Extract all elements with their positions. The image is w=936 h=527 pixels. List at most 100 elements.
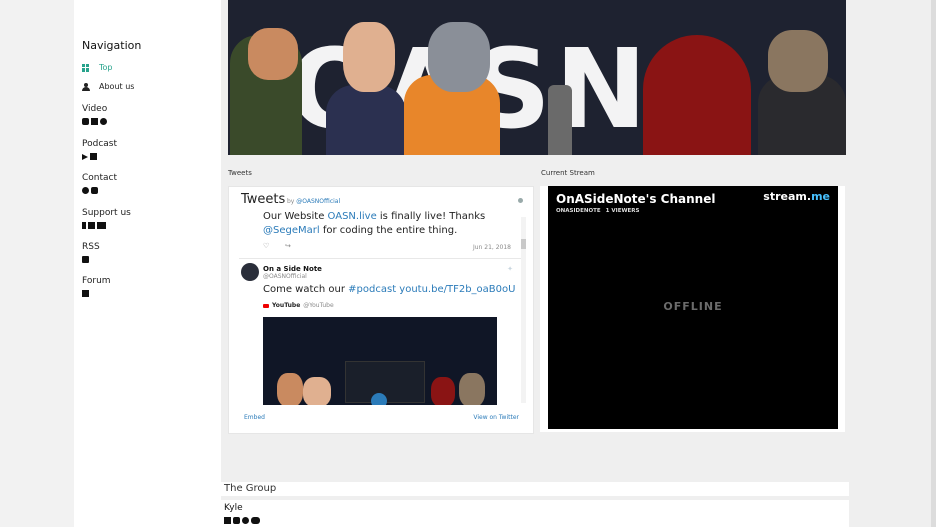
thumbnail-character-2 xyxy=(303,377,331,405)
tweet-2-text: Come watch our #podcast youtu.be/TF2b_oa… xyxy=(263,284,515,295)
google-play-icon[interactable] xyxy=(82,153,88,160)
rss-icon[interactable] xyxy=(82,256,89,263)
member-social-icons xyxy=(224,517,260,524)
play-icon[interactable] xyxy=(371,393,387,405)
twitter-icon[interactable] xyxy=(242,517,249,524)
banner-image: OASN xyxy=(228,0,846,155)
stream-status: OFFLINE xyxy=(663,300,723,313)
tweet-1-mention[interactable]: @SegeMarl xyxy=(263,225,320,236)
sidebar: Navigation Top About us Video Podcast Co… xyxy=(74,0,221,527)
tweet-2-link[interactable]: #podcast youtu.be/TF2b_oaB0oU xyxy=(348,284,515,295)
character-2 xyxy=(326,85,406,155)
shop-icon[interactable] xyxy=(97,222,106,229)
avatar[interactable] xyxy=(241,263,259,281)
soundcloud-icon[interactable] xyxy=(251,517,260,524)
kofi-icon[interactable] xyxy=(88,222,95,229)
nav-link-about-label: About us xyxy=(99,82,135,91)
microphone xyxy=(548,85,572,155)
section-support: Support us xyxy=(82,208,131,218)
podcast-icons xyxy=(82,153,97,160)
embed-source: YouTube @YouTube xyxy=(263,302,334,309)
main-content: OASN Tweets Current Stream Tweets by @OA… xyxy=(221,0,936,527)
share-icon[interactable]: ↪ xyxy=(285,242,291,250)
tweet-1-text: Our Website OASN.live is finally live! T… xyxy=(263,211,485,222)
tweet-1-link[interactable]: OASN.live xyxy=(328,211,377,222)
group-title: The Group xyxy=(224,483,277,494)
thumbnail-character-1 xyxy=(277,373,303,405)
character-5-head xyxy=(768,30,828,92)
scrollbar-thumb[interactable] xyxy=(521,239,526,249)
patreon-icon[interactable] xyxy=(82,222,86,229)
embed-source-name: YouTube xyxy=(272,302,301,309)
tweet-1-line2-suffix: for coding the entire thing. xyxy=(319,225,458,236)
tweets-by-prefix: by xyxy=(287,198,295,205)
character-4 xyxy=(643,35,751,155)
book-icon[interactable] xyxy=(82,290,89,297)
brand-main: stream. xyxy=(763,190,812,203)
page: Navigation Top About us Video Podcast Co… xyxy=(0,0,936,527)
tweet-1-date[interactable]: Jun 21, 2018 xyxy=(473,244,511,251)
tweet-1-prefix: Our Website xyxy=(263,211,328,222)
youtube-icon[interactable] xyxy=(82,118,89,125)
stream-section-label: Current Stream xyxy=(541,169,595,177)
nav-title: Navigation xyxy=(82,39,142,52)
forum-icons xyxy=(82,290,89,297)
tweet-1-text-line2: @SegeMarl for coding the entire thing. xyxy=(263,225,457,236)
embed-source-handle: @YouTube xyxy=(303,302,334,309)
info-icon[interactable] xyxy=(518,198,523,203)
tweet-timeline[interactable]: Our Website OASN.live is finally live! T… xyxy=(239,209,521,405)
discord-icon[interactable] xyxy=(91,187,98,194)
person-icon xyxy=(82,82,90,91)
video-icons xyxy=(82,118,107,125)
grid-icon xyxy=(82,63,90,72)
tweet-2-name[interactable]: On a Side Note xyxy=(263,265,322,273)
twitch-icon[interactable] xyxy=(91,118,98,125)
twitter-bird-icon: ✦ xyxy=(507,265,513,273)
member-card: Kyle xyxy=(221,500,849,527)
twitch-icon[interactable] xyxy=(224,517,231,524)
youtube-icon[interactable] xyxy=(233,517,240,524)
thumbnail-character-3 xyxy=(431,377,455,405)
section-video: Video xyxy=(82,104,108,114)
nav-link-about[interactable]: About us xyxy=(82,82,134,91)
left-gutter xyxy=(0,0,74,527)
instagram-icon[interactable] xyxy=(100,118,107,125)
section-rss: RSS xyxy=(82,242,100,252)
brand-accent: me xyxy=(811,190,830,203)
page-scrollbar[interactable] xyxy=(931,0,936,527)
twitter-icon[interactable] xyxy=(82,187,89,194)
tweets-by-handle[interactable]: @OASNOfficial xyxy=(296,198,340,205)
character-2-head xyxy=(343,22,395,92)
stream-meta: ONASIDENOTE 1 VIEWERS xyxy=(556,208,639,214)
support-icons xyxy=(82,222,106,229)
view-on-twitter-link[interactable]: View on Twitter xyxy=(473,414,519,421)
heart-icon[interactable]: ♡ xyxy=(263,242,269,250)
section-forum: Forum xyxy=(82,276,111,286)
stream-channel-title[interactable]: OnASideNote's Channel xyxy=(556,192,715,206)
stream-viewers: 1 VIEWERS xyxy=(605,208,640,214)
stream-widget: OnASideNote's Channel ONASIDENOTE 1 VIEW… xyxy=(540,186,845,432)
tweet-divider xyxy=(239,258,521,259)
thumbnail-character-4 xyxy=(459,373,485,405)
tweets-widget: Tweets by @OASNOfficial Our Website OASN… xyxy=(228,186,534,434)
podcast-icon[interactable] xyxy=(90,153,97,160)
tweet-2-prefix: Come watch our xyxy=(263,284,349,295)
tweets-header: Tweets xyxy=(241,192,286,207)
streamme-logo[interactable]: stream.me xyxy=(763,190,830,203)
tweet-2-handle[interactable]: @OASNOfficial xyxy=(263,273,307,280)
nav-link-top[interactable]: Top xyxy=(82,63,113,72)
character-1-head xyxy=(248,28,298,80)
stream-user: ONASIDENOTE xyxy=(556,208,601,214)
section-podcast: Podcast xyxy=(82,139,118,149)
group-section: The Group xyxy=(221,482,849,496)
stream-player[interactable]: OnASideNote's Channel ONASIDENOTE 1 VIEW… xyxy=(548,186,838,429)
embed-link[interactable]: Embed xyxy=(244,414,265,421)
video-thumbnail[interactable] xyxy=(263,317,497,405)
tweets-section-label: Tweets xyxy=(228,169,252,177)
rss-icons xyxy=(82,256,89,263)
tweet-1-suffix: is finally live! Thanks xyxy=(376,211,486,222)
youtube-icon xyxy=(263,303,269,308)
contact-icons xyxy=(82,187,98,194)
scrollbar[interactable] xyxy=(521,217,526,403)
nav-link-top-label: Top xyxy=(99,63,113,72)
